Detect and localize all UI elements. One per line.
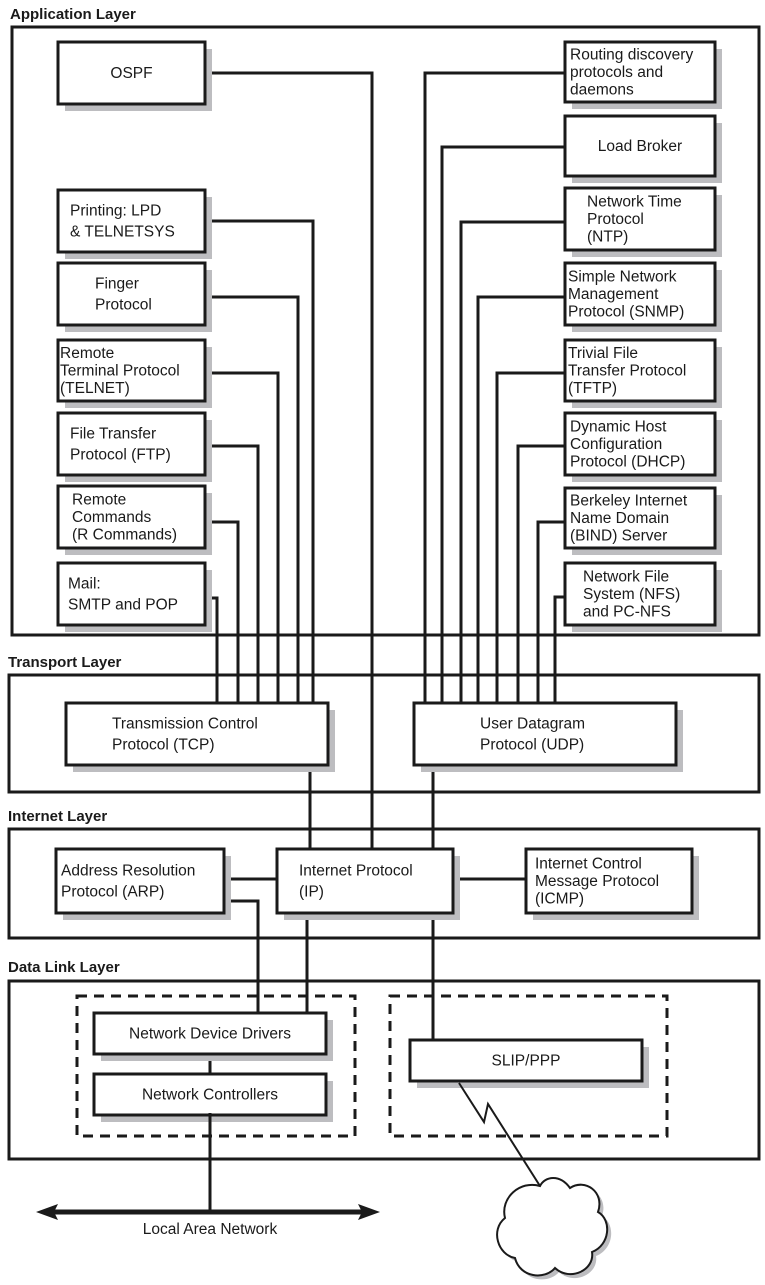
box-frame (56, 561, 207, 627)
protocol-box-snmp: Simple NetworkManagementProtocol (SNMP) (563, 261, 722, 332)
lan-label: Local Area Network (143, 1221, 278, 1238)
protocol-box-drivers: Network Device Drivers (92, 1011, 333, 1061)
box-label-line: protocols and (570, 64, 663, 81)
protocol-box-routing: Routing discoveryprotocols anddaemons (563, 40, 722, 109)
connection-line (423, 71, 565, 703)
box-label-line: Network Controllers (142, 1087, 278, 1104)
box-label-line: & TELNETSYS (70, 224, 175, 241)
box-label-line: Protocol (FTP) (70, 447, 171, 464)
protocol-box-nfs: Network FileSystem (NFS)and PC-NFS (563, 561, 722, 632)
box-label-line: Trivial File (568, 345, 638, 362)
box-label-line: Protocol (TCP) (112, 737, 215, 754)
protocol-box-ntp: Network TimeProtocol(NTP) (563, 186, 722, 257)
protocol-box-mail: Mail: SMTP and POP (56, 561, 212, 632)
double-arrow-icon (36, 1113, 380, 1220)
box-frame (56, 261, 207, 327)
box-label-line: System (NFS) (583, 586, 680, 603)
connection-line (476, 295, 565, 703)
protocol-box-ftp: File Transfer Protocol (FTP) (56, 411, 212, 482)
box-label-line: Remote (60, 345, 114, 362)
application-layer-label: Application Layer (10, 6, 136, 23)
box-label-line: and PC-NFS (583, 604, 671, 621)
box-label-line: Terminal Protocol (60, 363, 180, 380)
box-label-line: OSPF (110, 65, 152, 82)
protocol-box-tcp: Transmission Control Protocol (TCP) (64, 701, 335, 772)
protocol-box-printing: Printing: LPD & TELNETSYS (56, 188, 212, 259)
box-label-line: (R Commands) (72, 527, 177, 544)
box-label-line: daemons (570, 82, 634, 99)
box-frame (275, 847, 455, 915)
protocol-box-icmp: Internet ControlMessage Protocol(ICMP) (524, 847, 699, 920)
connection-line (516, 444, 565, 703)
box-label-line: Management (568, 286, 659, 303)
box-label-line: Message Protocol (535, 873, 659, 890)
protocol-box-arp: Address Resolution Protocol (ARP) (54, 847, 231, 920)
protocol-box-controllers: Network Controllers (92, 1072, 333, 1122)
box-label-line: Internet Control (535, 856, 642, 873)
box-label-line: (ICMP) (535, 891, 584, 908)
protocol-box-loadbroker: Load Broker (563, 114, 722, 183)
connection-line (205, 295, 300, 703)
internet-layer-label: Internet Layer (8, 808, 107, 825)
protocol-box-udp: User Datagram Protocol (UDP) (412, 701, 683, 772)
protocol-box-telnet: RemoteTerminal Protocol(TELNET) (56, 338, 212, 408)
box-frame (54, 847, 226, 915)
box-label-line: (BIND) Server (570, 528, 667, 545)
box-label-line: SLIP/PPP (492, 1053, 561, 1070)
box-label-line: Protocol (UDP) (480, 737, 584, 754)
transport-layer-label: Transport Layer (8, 654, 122, 671)
protocol-box-ip: Internet Protocol (IP) (275, 847, 460, 920)
protocol-box-finger: Finger Protocol (56, 261, 212, 332)
box-label-line: Commands (72, 509, 151, 526)
box-label-line: File Transfer (70, 426, 156, 443)
box-label-line: Berkeley Internet (570, 493, 688, 510)
connection-line (205, 444, 260, 703)
protocol-box-ospf: OSPF (56, 40, 212, 111)
box-label-line: (TFTP) (568, 380, 617, 397)
box-label-line: Transfer Protocol (568, 363, 686, 380)
box-label-line: Mail: (68, 576, 101, 593)
box-label-line: SMTP and POP (68, 597, 178, 614)
box-label-line: Printing: LPD (70, 203, 161, 220)
box-label-line: Finger (95, 276, 139, 293)
protocol-box-slip: SLIP/PPP (408, 1038, 649, 1088)
box-label-line: Dynamic Host (570, 419, 667, 436)
connection-lines (205, 71, 565, 1074)
box-label-line: Protocol (DHCP) (570, 454, 685, 471)
box-frame (56, 188, 207, 254)
box-label-line: Name Domain (570, 510, 669, 527)
tcpip-layer-diagram: Application Layer Transport Layer Intern… (7, 6, 761, 1280)
box-label-line: Simple Network (568, 269, 677, 286)
box-label-line: Remote (72, 492, 126, 509)
protocol-box-bind: Berkeley InternetName Domain(BIND) Serve… (563, 486, 722, 555)
box-label-line: Protocol (587, 211, 644, 228)
box-label-line: Transmission Control (112, 716, 258, 733)
box-label-line: (TELNET) (60, 380, 130, 397)
box-label-line: Routing discovery (570, 47, 693, 64)
protocol-boxes: OSPF Printing: LPD & TELNETSYS Finger Protoc… (54, 40, 722, 1122)
box-label-line: Protocol (ARP) (61, 884, 164, 901)
box-label-line: Internet Protocol (299, 863, 413, 880)
box-label-line: Protocol (SNMP) (568, 304, 684, 321)
box-label-line: Load Broker (598, 138, 682, 155)
box-label-line: Network Time (587, 194, 682, 211)
data-link-layer-label: Data Link Layer (8, 959, 120, 976)
box-label-line: User Datagram (480, 716, 585, 733)
box-label-line: Protocol (95, 297, 152, 314)
box-label-line: Configuration (570, 436, 662, 453)
box-frame (56, 411, 207, 477)
box-label-line: Network Device Drivers (129, 1026, 291, 1043)
protocol-box-rcommands: RemoteCommands(R Commands) (56, 484, 212, 555)
box-label-line: Address Resolution (61, 863, 195, 880)
box-label-line: (IP) (299, 884, 324, 901)
box-label-line: Network File (583, 569, 669, 586)
box-label-line: (NTP) (587, 229, 628, 246)
box-frame (412, 701, 678, 767)
cloud-icon (496, 1177, 612, 1280)
protocol-box-tftp: Trivial FileTransfer Protocol(TFTP) (563, 338, 722, 408)
protocol-box-dhcp: Dynamic HostConfigurationProtocol (DHCP) (563, 411, 722, 482)
box-frame (64, 701, 330, 767)
